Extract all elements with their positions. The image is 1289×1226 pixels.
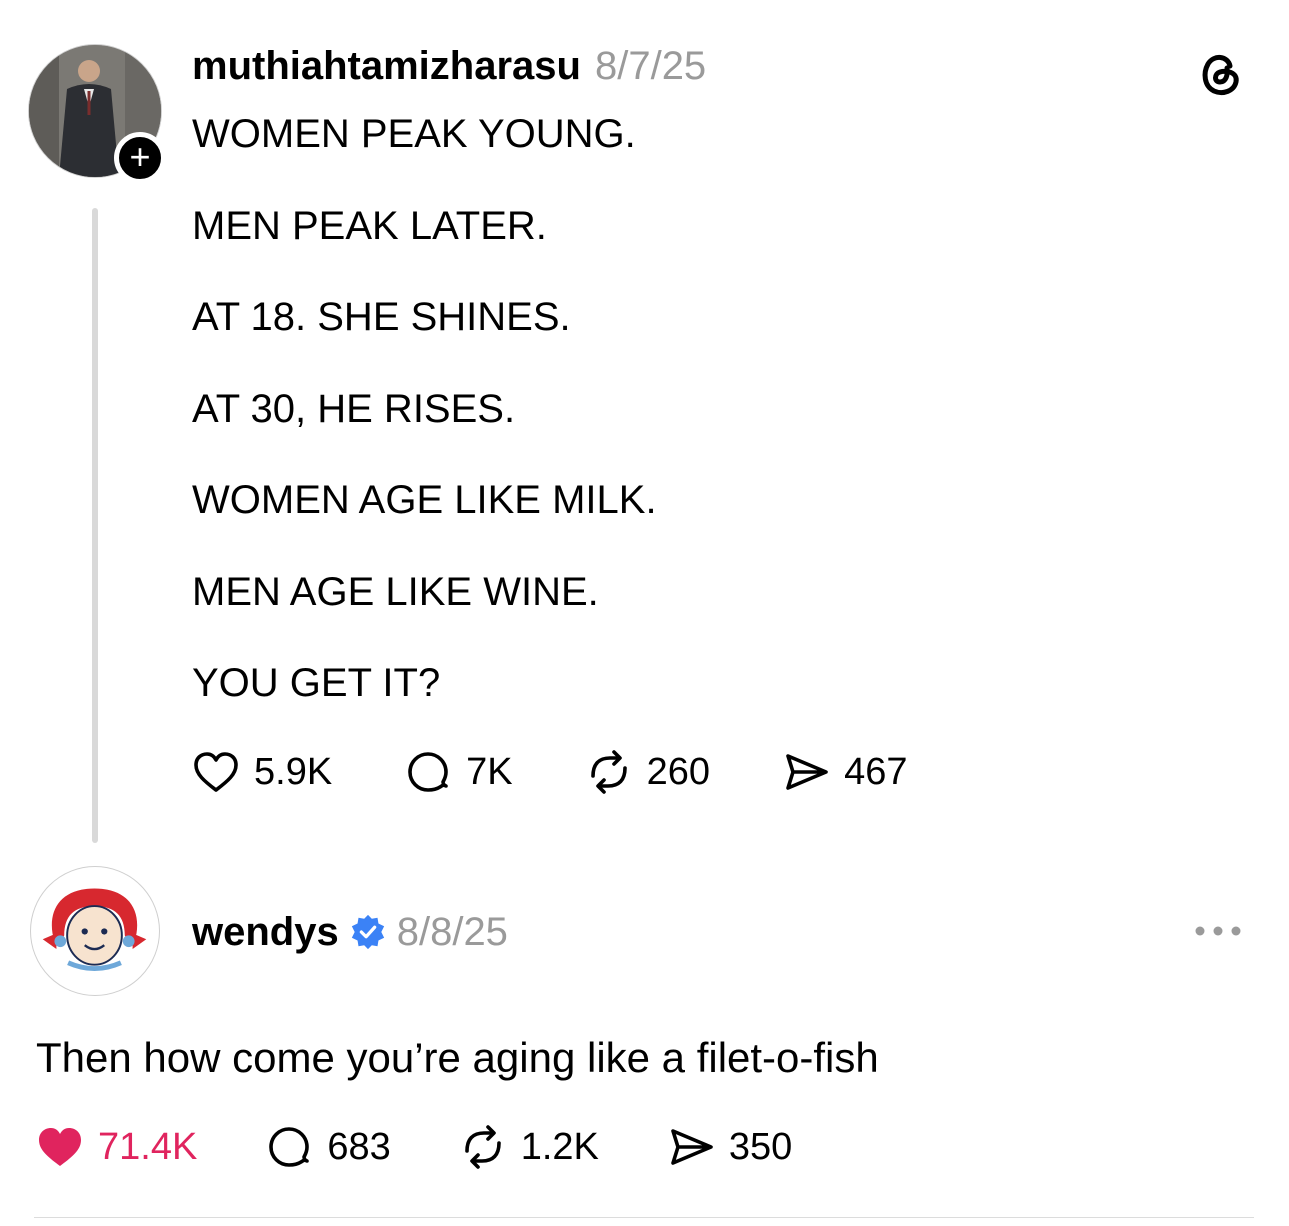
speech-bubble-icon — [408, 752, 448, 792]
post-body: WOMEN PEAK YOUNG. MEN PEAK LATER. AT 18.… — [192, 108, 657, 749]
thread-connector-line — [92, 208, 98, 843]
verified-badge-icon — [351, 914, 384, 950]
send-icon — [671, 1129, 713, 1165]
post-line: WOMEN PEAK YOUNG. — [192, 112, 636, 156]
speech-bubble-icon — [269, 1127, 310, 1167]
repost-count: 260 — [646, 750, 711, 793]
post-line: MEN PEAK LATER. — [192, 203, 547, 248]
more-options-icon[interactable] — [1190, 916, 1246, 946]
avatar-wendys[interactable] — [30, 866, 160, 996]
reply-actions: 71.4K 683 1.2K 350 — [34, 1121, 858, 1173]
share-button[interactable]: 350 — [665, 1121, 792, 1173]
heart-icon — [194, 752, 238, 792]
repost-button[interactable]: 260 — [583, 746, 710, 798]
send-icon — [786, 754, 828, 790]
post-line: AT 18. SHE SHINES. — [192, 295, 571, 339]
share-button[interactable]: 467 — [780, 746, 907, 798]
post-line: MEN AGE LIKE WINE. — [192, 569, 599, 614]
repost-button[interactable]: 1.2K — [457, 1121, 599, 1173]
reply-count: 683 — [327, 1125, 391, 1168]
post-line: WOMEN AGE LIKE MILK. — [192, 478, 657, 522]
like-count: 71.4K — [98, 1125, 198, 1168]
reply-button[interactable]: 7K — [402, 746, 513, 798]
repost-icon — [590, 750, 627, 794]
repost-icon — [464, 1125, 501, 1169]
username[interactable]: muthiahtamizharasu — [192, 44, 581, 88]
follow-button[interactable]: + — [114, 132, 166, 184]
post-header: muthiahtamizharasu 8/7/25 — [192, 40, 706, 92]
share-count: 467 — [844, 750, 908, 793]
post-line: YOU GET IT? — [192, 661, 441, 705]
reply-button[interactable]: 683 — [263, 1121, 391, 1173]
wendys-logo — [42, 888, 147, 972]
reply-date: 8/8/25 — [396, 910, 508, 954]
post-date: 8/7/25 — [594, 44, 707, 88]
reply-header: wendys 8/8/25 — [192, 906, 508, 958]
post-actions: 5.9K 7K 260 467 — [190, 746, 977, 798]
repost-count: 1.2K — [520, 1125, 599, 1168]
heart-filled-icon — [39, 1128, 81, 1166]
reply-body: Then how come you’re aging like a filet-… — [36, 1034, 879, 1081]
username[interactable]: wendys — [192, 906, 339, 958]
share-count: 350 — [728, 1125, 793, 1168]
threads-logo-icon[interactable] — [1192, 44, 1248, 100]
like-button[interactable]: 5.9K — [190, 746, 332, 798]
like-count: 5.9K — [254, 750, 333, 793]
like-button[interactable]: 71.4K — [34, 1121, 197, 1173]
reply-count: 7K — [466, 750, 513, 793]
divider — [34, 1217, 1254, 1218]
post-line: AT 30, HE RISES. — [192, 386, 516, 431]
